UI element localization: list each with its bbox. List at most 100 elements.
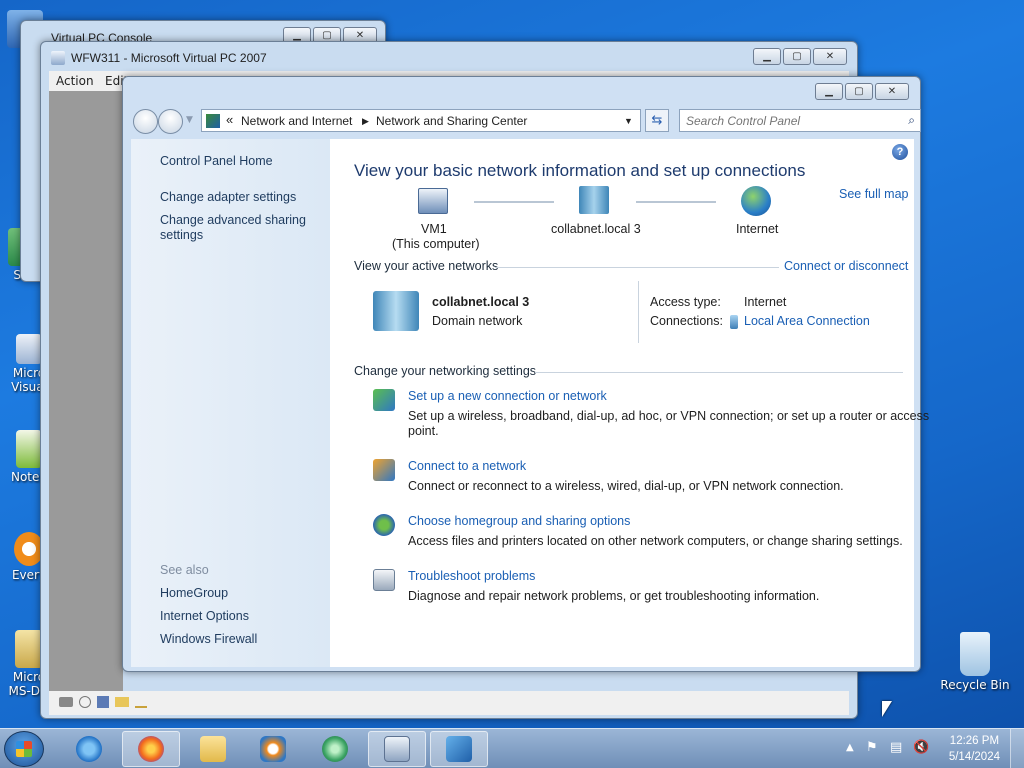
taskbar-firefox[interactable] xyxy=(122,731,180,767)
access-type-label: Access type: xyxy=(650,295,721,309)
windows-firewall-link[interactable]: Windows Firewall xyxy=(160,632,257,646)
troubleshoot-desc: Diagnose and repair network problems, or… xyxy=(408,589,820,603)
network-center-icon xyxy=(446,736,472,762)
new-connection-icon[interactable] xyxy=(373,389,395,411)
navigation-pane: Control Panel Home Change adapter settin… xyxy=(131,139,330,667)
refresh-button[interactable]: ⇆ xyxy=(645,109,669,132)
clock-date: 5/14/2024 xyxy=(948,751,1000,763)
cd-icon[interactable] xyxy=(79,696,91,708)
internet-label: Internet xyxy=(736,222,779,236)
start-button[interactable] xyxy=(4,731,44,767)
connect-network-icon[interactable] xyxy=(373,459,395,481)
visual-studio-icon xyxy=(16,334,42,364)
search-input[interactable] xyxy=(686,111,896,131)
change-advanced-sharing-link[interactable]: Change advanced sharing xyxy=(160,213,306,227)
floppy-icon[interactable] xyxy=(97,696,109,708)
connect-or-disconnect-link[interactable]: Connect or disconnect xyxy=(784,259,908,273)
status-bar xyxy=(49,691,849,715)
taskbar-network-center[interactable] xyxy=(430,731,488,767)
network-tray-icon[interactable]: ▤ xyxy=(890,740,902,755)
content-area: Control Panel Home Change adapter settin… xyxy=(131,139,929,667)
recycle-bin-icon xyxy=(960,632,990,676)
computer-icon[interactable] xyxy=(418,188,448,214)
taskbar-file-explorer[interactable] xyxy=(184,731,242,767)
networking-settings-heading: Change your networking settings xyxy=(354,364,537,378)
network-center-icon xyxy=(206,114,220,128)
control-panel-home-link[interactable]: Control Panel Home xyxy=(160,154,273,168)
internet-options-link[interactable]: Internet Options xyxy=(160,609,249,623)
mouse-cursor-icon xyxy=(882,701,892,717)
troubleshoot-icon[interactable] xyxy=(373,569,395,591)
taskbar-internet-explorer[interactable] xyxy=(60,731,118,767)
media-player-icon xyxy=(260,736,286,762)
address-toolbar: ▼ « Network and Internet ▶ Network and S… xyxy=(131,107,921,135)
troubleshoot-link[interactable]: Troubleshoot problems xyxy=(408,569,535,583)
taskbar: ▲ ⚑ ▤ 🔇 12:26 PM 5/14/2024 xyxy=(0,728,1024,768)
taskbar-media-player[interactable] xyxy=(244,731,302,767)
action-center-flag-icon[interactable]: ⚑ xyxy=(866,740,878,755)
window-title: WFW311 - Microsoft Virtual PC 2007 xyxy=(71,51,267,65)
network-adapter-icon[interactable] xyxy=(135,696,147,708)
connections-label: Connections: xyxy=(650,314,723,328)
help-icon[interactable]: ? xyxy=(892,144,908,160)
see-full-map-link[interactable]: See full map xyxy=(839,187,908,201)
recent-pages-arrow-icon[interactable]: ▼ xyxy=(186,115,193,125)
active-networks-heading: View your active networks xyxy=(354,259,499,273)
homegroup-icon[interactable] xyxy=(373,514,395,536)
domain-network-icon[interactable] xyxy=(579,186,609,214)
change-advanced-sharing-link-line2[interactable]: settings xyxy=(160,228,203,242)
search-box[interactable]: ⌕ xyxy=(679,109,921,132)
drive-icon[interactable] xyxy=(59,697,73,707)
setup-connection-link[interactable]: Set up a new connection or network xyxy=(408,389,607,403)
network-map-label: collabnet.local 3 xyxy=(551,222,641,236)
maximize-button[interactable]: ▢ xyxy=(845,83,873,100)
map-connector xyxy=(474,201,554,203)
computer-name: VM1 xyxy=(421,222,447,236)
app-icon xyxy=(322,736,348,762)
shared-folder-icon[interactable] xyxy=(115,697,129,707)
desktop-icon-recycle-bin[interactable]: Recycle Bin xyxy=(940,632,1010,692)
close-button[interactable]: ✕ xyxy=(875,83,909,100)
search-icon[interactable]: ⌕ xyxy=(908,113,915,128)
virtual-pc-icon xyxy=(51,51,65,65)
homegroup-sharing-link[interactable]: Choose homegroup and sharing options xyxy=(408,514,630,528)
volume-muted-icon[interactable]: 🔇 xyxy=(913,740,929,755)
breadcrumb-separator-icon[interactable]: ▶ xyxy=(362,116,369,127)
breadcrumb-network-and-internet[interactable]: Network and Internet xyxy=(241,114,352,128)
title-bar[interactable]: WFW311 - Microsoft Virtual PC 2007 ▁ ▢ ✕ xyxy=(41,42,857,72)
breadcrumb-overflow[interactable]: « xyxy=(226,112,233,127)
clock-time: 12:26 PM xyxy=(949,735,1000,747)
control-panel-window[interactable]: ▁ ▢ ✕ ▼ « Network and Internet ▶ Network… xyxy=(122,76,929,672)
domain-network-large-icon xyxy=(373,291,419,331)
close-button[interactable]: ✕ xyxy=(813,48,847,65)
clock[interactable]: 12:26 PM 5/14/2024 xyxy=(949,733,1000,765)
connect-to-network-link[interactable]: Connect to a network xyxy=(408,459,526,473)
forward-button[interactable] xyxy=(158,109,183,134)
homegroup-link[interactable]: HomeGroup xyxy=(160,586,228,600)
back-button[interactable] xyxy=(133,109,158,134)
maximize-button[interactable]: ▢ xyxy=(783,48,811,65)
active-network-type[interactable]: Domain network xyxy=(432,314,522,328)
address-bar[interactable]: « Network and Internet ▶ Network and Sha… xyxy=(201,109,641,132)
title-bar[interactable]: ▁ ▢ ✕ xyxy=(123,77,920,107)
local-area-connection-link[interactable]: Local Area Connection xyxy=(744,314,870,328)
change-adapter-settings-link[interactable]: Change adapter settings xyxy=(160,190,296,204)
taskbar-app[interactable] xyxy=(306,731,364,767)
minimize-button[interactable]: ▁ xyxy=(815,83,843,100)
connect-to-network-desc: Connect or reconnect to a wireless, wire… xyxy=(408,479,844,493)
caption-buttons: ▁ ▢ ✕ xyxy=(815,83,909,100)
address-dropdown-icon[interactable]: ▼ xyxy=(624,116,633,126)
minimize-button[interactable]: ▁ xyxy=(753,48,781,65)
internet-explorer-icon xyxy=(76,736,102,762)
taskbar-virtual-pc[interactable] xyxy=(368,731,426,767)
windows-logo-icon xyxy=(16,741,32,757)
show-desktop-button[interactable] xyxy=(1010,729,1024,768)
show-hidden-icons-button[interactable]: ▲ xyxy=(846,742,854,753)
setup-connection-desc-line2: point. xyxy=(408,424,439,438)
internet-globe-icon[interactable] xyxy=(741,186,771,216)
page-title: View your basic network information and … xyxy=(354,161,806,180)
guest-screen[interactable] xyxy=(49,91,123,701)
breadcrumb-network-and-sharing-center[interactable]: Network and Sharing Center xyxy=(376,114,527,128)
map-connector xyxy=(636,201,716,203)
menu-action[interactable]: Action xyxy=(56,74,94,88)
